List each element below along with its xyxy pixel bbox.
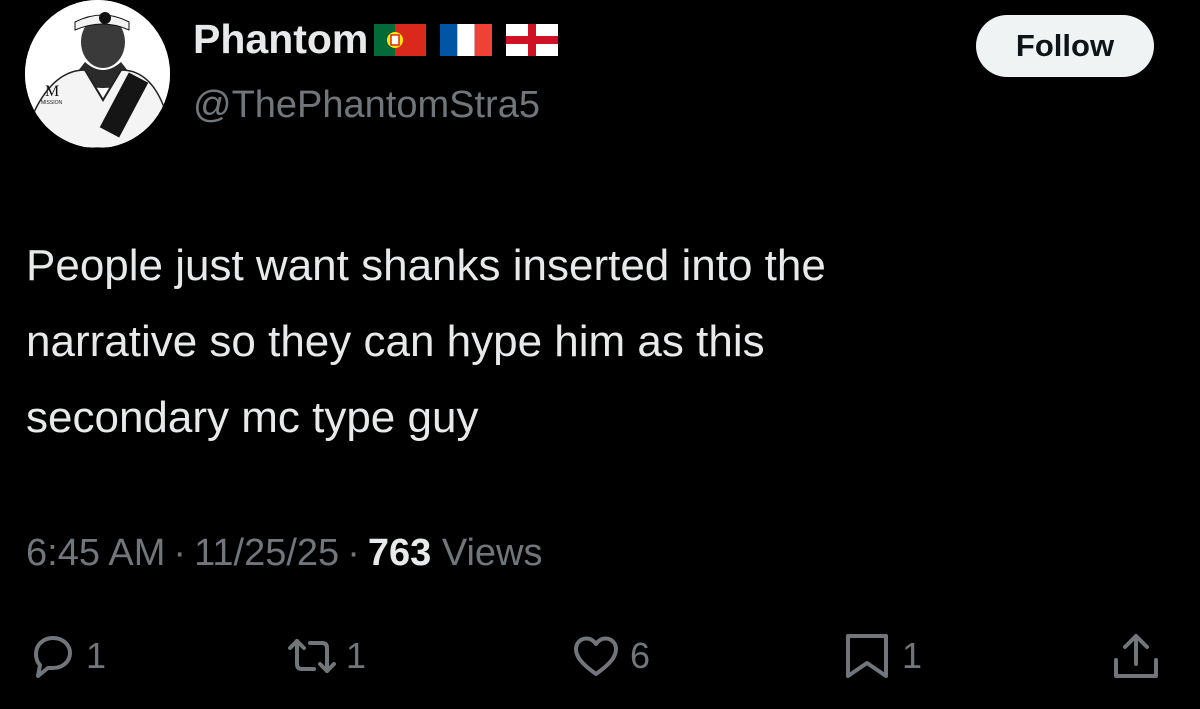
avatar[interactable]: M MISSION [25, 0, 170, 148]
share-button[interactable] [1110, 626, 1162, 686]
views-label: Views [441, 532, 543, 574]
svg-text:MISSION: MISSION [41, 100, 63, 106]
meta-separator: · [347, 532, 360, 574]
like-button[interactable]: 6 [570, 626, 650, 686]
tweet-time[interactable]: 6:45 AM [26, 532, 165, 574]
tweet-date[interactable]: 11/25/25 [194, 532, 339, 574]
reply-icon [26, 630, 78, 682]
retweet-button[interactable]: 1 [286, 626, 366, 686]
user-handle[interactable]: @ThePhantomStra5 [193, 84, 540, 127]
reply-count: 1 [86, 635, 107, 676]
reply-button[interactable]: 1 [26, 626, 106, 686]
england-flag-icon [506, 23, 559, 56]
flags [374, 23, 572, 56]
france-flag-icon [440, 23, 493, 56]
tweet-text: People just want shanks inserted into th… [26, 228, 1166, 456]
heart-icon [570, 630, 622, 682]
retweet-icon [286, 630, 338, 682]
tweet-text-line: narrative so they can hype him as this [26, 317, 765, 366]
share-icon [1110, 630, 1162, 682]
bookmark-button[interactable]: 1 [842, 626, 922, 686]
meta-separator: · [173, 532, 187, 574]
bookmark-count: 1 [902, 635, 923, 676]
views-count: 763 [367, 532, 432, 574]
tweet-text-line: People just want shanks inserted into th… [26, 241, 826, 290]
retweet-count: 1 [346, 635, 367, 676]
tweet-meta: 6:45 AM · 11/25/25 · 763 Views [26, 532, 543, 575]
display-name[interactable]: Phantom [193, 16, 368, 63]
portugal-flag-icon [374, 23, 427, 56]
avatar-image: M MISSION [25, 0, 170, 148]
follow-button[interactable]: Follow [976, 15, 1154, 77]
display-name-row[interactable]: Phantom [193, 16, 572, 63]
svg-text:M: M [45, 83, 59, 100]
tweet-text-line: secondary mc type guy [26, 393, 479, 442]
bookmark-icon [842, 630, 894, 682]
like-count: 6 [630, 635, 651, 676]
